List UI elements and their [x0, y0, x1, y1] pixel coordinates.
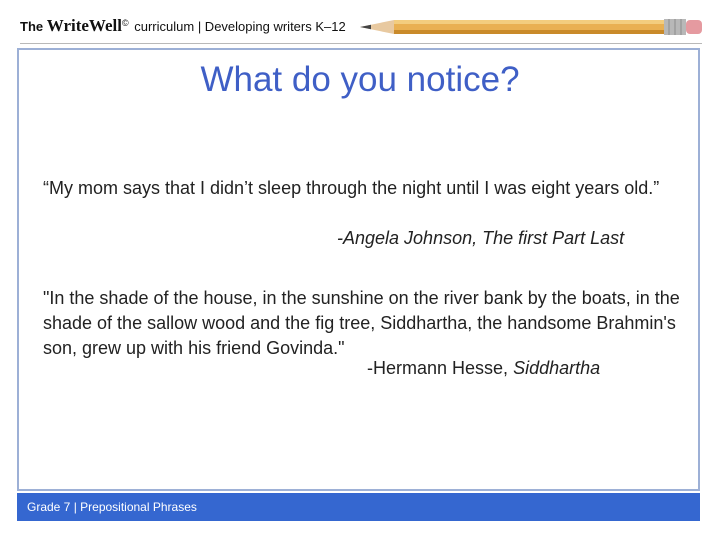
slide-title: What do you notice? — [200, 60, 520, 99]
brand-prefix: The — [20, 19, 44, 34]
quote-2-author: -Hermann Hesse, — [367, 358, 509, 378]
quote-1-text: “My mom says that I didn’t sleep through… — [43, 178, 660, 198]
quote-2-attribution: -Hermann Hesse, Siddhartha — [367, 358, 600, 379]
quote-2-text: "In the shade of the house, in the sunsh… — [43, 288, 680, 358]
footer-bar: Grade 7 | Prepositional Phrases — [17, 493, 700, 521]
footer-label: Grade 7 | Prepositional Phrases — [27, 500, 197, 514]
brand-name: WriteWell — [46, 16, 122, 35]
brand-logo: The WriteWell© curriculum | Developing w… — [20, 16, 346, 36]
quote-1-attribution: -Angela Johnson, The first Part Last — [337, 228, 625, 248]
pencil-icon — [360, 19, 702, 35]
quote-2-book: Siddhartha — [513, 358, 601, 378]
header-divider — [20, 43, 702, 44]
slide-frame — [17, 48, 700, 491]
brand-mark: © — [121, 17, 129, 28]
header-bar: The WriteWell© curriculum | Developing w… — [0, 0, 720, 48]
brand-tagline: curriculum | Developing writers K–12 — [134, 19, 346, 34]
